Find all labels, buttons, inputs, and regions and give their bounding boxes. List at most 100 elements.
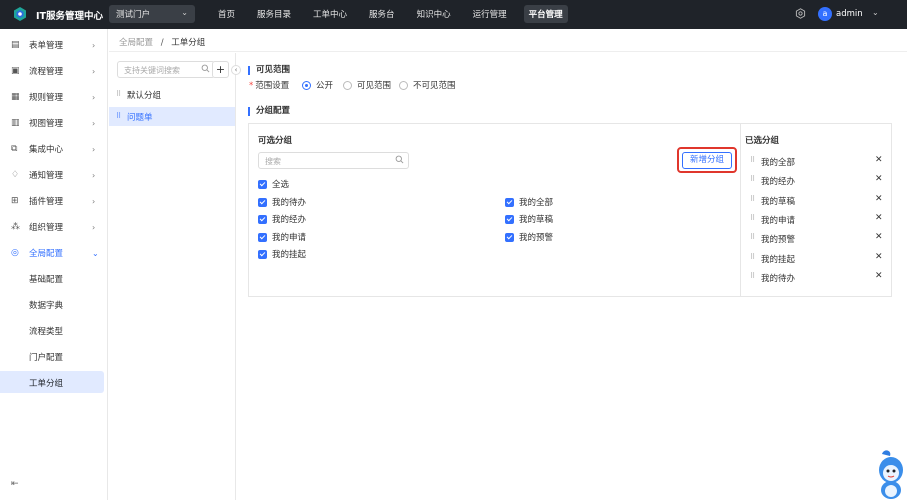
sidebar-subitem-portal-config[interactable]: 门户配置 <box>0 345 104 367</box>
form-icon: ▤ <box>11 40 20 50</box>
drag-handle-icon[interactable]: ⠿ <box>750 195 755 203</box>
radio-public[interactable]: 公开 <box>302 79 333 91</box>
top-navigation-bar: IT服务管理中心 测试门户 ⌄ 首页 服务目录 工单中心 服务台 知识中心 运行… <box>0 0 907 29</box>
sidebar-item-notification-management[interactable]: ♢ 通知管理 › <box>0 164 108 186</box>
checkbox-item[interactable]: 我的全部 <box>505 196 553 208</box>
sidebar-item-label: 通知管理 <box>29 171 64 181</box>
checkbox-label: 我的待办 <box>272 198 307 208</box>
selected-list-item[interactable]: ⠿ 我的挂起 ✕ <box>748 252 884 266</box>
org-icon: ⁂ <box>11 222 20 232</box>
sidebar-subitem-flow-type[interactable]: 流程类型 <box>0 319 104 341</box>
close-icon[interactable]: ✕ <box>875 252 883 262</box>
new-group-button[interactable]: 新增分组 <box>682 152 732 169</box>
selected-list-item[interactable]: ⠿ 我的经办 ✕ <box>748 174 884 188</box>
group-search-input[interactable]: 支持关键词搜索 <box>117 61 215 78</box>
sidebar-item-integration-center[interactable]: ⧉ 集成中心 › <box>0 138 108 160</box>
selected-list-item[interactable]: ⠿ 我的申请 ✕ <box>748 213 884 227</box>
sidebar-item-org-management[interactable]: ⁂ 组织管理 › <box>0 216 108 238</box>
nav-service-catalog[interactable]: 服务目录 <box>252 5 296 23</box>
close-icon[interactable]: ✕ <box>875 213 883 223</box>
chevron-right-icon: › <box>92 40 96 50</box>
nav-knowledge-center[interactable]: 知识中心 <box>412 5 456 23</box>
bell-icon: ♢ <box>11 170 20 180</box>
selected-list-item[interactable]: ⠿ 我的预警 ✕ <box>748 232 884 246</box>
drag-handle-icon[interactable]: ⠿ <box>750 253 755 261</box>
flow-icon: ▣ <box>11 66 20 76</box>
drag-handle-icon[interactable]: ⠿ <box>750 272 755 280</box>
checkbox-checked-icon <box>505 214 514 224</box>
checkbox-checked-icon <box>258 197 267 207</box>
nav-operations[interactable]: 运行管理 <box>468 5 512 23</box>
radio-dot-icon <box>302 80 311 90</box>
checkbox-label: 我的经办 <box>272 215 307 225</box>
sidebar-subitem-data-dictionary[interactable]: 数据字典 <box>0 293 104 315</box>
sidebar-item-form-management[interactable]: ▤ 表单管理 › <box>0 34 108 56</box>
sidebar: ▤ 表单管理 › ▣ 流程管理 › ▦ 规则管理 › ▥ 视图管理 › ⧉ 集成… <box>0 29 108 500</box>
close-icon[interactable]: ✕ <box>875 194 883 204</box>
nav-home[interactable]: 首页 <box>213 5 240 23</box>
avatar[interactable]: a <box>818 7 832 21</box>
radio-dot-icon <box>343 80 352 90</box>
user-name[interactable]: admin <box>836 9 863 19</box>
sidebar-subitem-label: 流程类型 <box>29 327 64 337</box>
checkbox-item[interactable]: 我的经办 <box>258 213 306 225</box>
drag-handle-icon[interactable]: ⠿ <box>750 233 755 241</box>
sidebar-item-label: 规则管理 <box>29 93 64 103</box>
sidebar-subitem-basic-config[interactable]: 基础配置 <box>0 267 104 289</box>
drag-handle-icon[interactable]: ⠿ <box>116 90 121 98</box>
sidebar-item-flow-management[interactable]: ▣ 流程管理 › <box>0 60 108 82</box>
selected-list-item[interactable]: ⠿ 我的待办 ✕ <box>748 271 884 285</box>
sidebar-item-rule-management[interactable]: ▦ 规则管理 › <box>0 86 108 108</box>
selected-list-item[interactable]: ⠿ 我的草稿 ✕ <box>748 194 884 208</box>
sidebar-collapse-icon[interactable]: ⇤ <box>11 479 19 489</box>
sidebar-item-global-config[interactable]: ◎ 全局配置 ⌄ <box>0 242 108 264</box>
sidebar-item-view-management[interactable]: ▥ 视图管理 › <box>0 112 108 134</box>
checkbox-item[interactable]: 我的申请 <box>258 231 306 243</box>
portal-select[interactable]: 测试门户 ⌄ <box>109 5 195 23</box>
sidebar-subitem-ticket-group[interactable]: 工单分组 <box>0 371 104 393</box>
radio-invisible-scope[interactable]: 不可见范围 <box>399 79 456 91</box>
close-icon[interactable]: ✕ <box>875 155 883 165</box>
scope-setting-text: 范围设置 <box>255 81 290 91</box>
drag-handle-icon[interactable]: ⠿ <box>750 156 755 164</box>
add-group-button[interactable]: + <box>212 61 229 78</box>
rule-icon: ▦ <box>11 92 20 102</box>
main-nav: 首页 服务目录 工单中心 服务台 知识中心 运行管理 平台管理 <box>213 5 580 23</box>
chevron-right-icon: › <box>92 118 96 128</box>
drag-handle-icon[interactable]: ⠿ <box>116 112 121 120</box>
nav-platform-admin[interactable]: 平台管理 <box>523 5 568 23</box>
checkbox-item[interactable]: 我的预警 <box>505 231 553 243</box>
drag-handle-icon[interactable]: ⠿ <box>750 175 755 183</box>
breadcrumb-parent[interactable]: 全局配置 <box>119 38 153 48</box>
close-icon[interactable]: ✕ <box>875 174 883 184</box>
group-item-problem[interactable]: ⠿ 问题单 <box>109 107 235 126</box>
nav-service-desk[interactable]: 服务台 <box>364 5 400 23</box>
checkbox-select-all[interactable]: 全选 <box>258 178 289 190</box>
chevron-down-icon: ⌄ <box>181 8 188 17</box>
gear-icon[interactable] <box>795 8 806 19</box>
available-search-input[interactable]: 搜索 <box>258 152 409 169</box>
selected-item-label: 我的预警 <box>761 235 796 245</box>
view-icon: ▥ <box>11 118 20 128</box>
nav-ticket-center[interactable]: 工单中心 <box>308 5 352 23</box>
selected-groups-title: 已选分组 <box>745 136 780 146</box>
collapse-panel-icon[interactable]: ‹ <box>231 65 241 75</box>
radio-visible-scope[interactable]: 可见范围 <box>343 79 391 91</box>
checkbox-item[interactable]: 我的挂起 <box>258 248 306 260</box>
group-item-default[interactable]: ⠿ 默认分组 <box>109 85 235 104</box>
sidebar-item-plugin-management[interactable]: ⊞ 插件管理 › <box>0 190 108 212</box>
chevron-down-icon: ⌄ <box>92 248 99 258</box>
checkbox-checked-icon <box>505 197 514 207</box>
close-icon[interactable]: ✕ <box>875 271 883 281</box>
close-icon[interactable]: ✕ <box>875 232 883 242</box>
assistant-mascot-icon[interactable] <box>874 448 907 500</box>
checkbox-label: 我的申请 <box>272 233 307 243</box>
radio-label: 公开 <box>316 81 334 91</box>
checkbox-item[interactable]: 我的草稿 <box>505 213 553 225</box>
chevron-down-icon[interactable]: ⌄ <box>872 8 879 17</box>
selected-item-label: 我的申请 <box>761 216 796 226</box>
drag-handle-icon[interactable]: ⠿ <box>750 214 755 222</box>
selected-list-item[interactable]: ⠿ 我的全部 ✕ <box>748 155 884 169</box>
checkbox-item[interactable]: 我的待办 <box>258 196 306 208</box>
radio-dot-icon <box>399 80 408 90</box>
